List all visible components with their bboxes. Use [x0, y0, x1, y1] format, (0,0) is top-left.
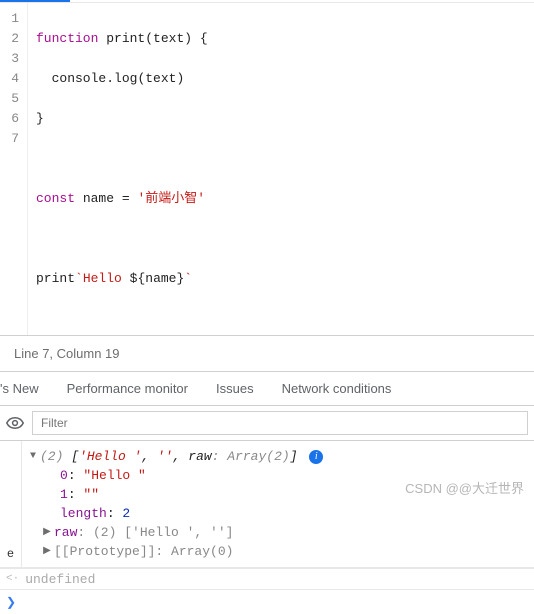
code-editor[interactable]: 1 2 3 4 5 6 7 function print(text) { con… [0, 2, 534, 335]
log-entry[interactable]: raw: (2) ['Hello ', ''] [54, 523, 233, 542]
line-gutter: 1 2 3 4 5 6 7 [0, 3, 28, 335]
token-fn: print [36, 271, 75, 286]
token-tick: ` [184, 271, 192, 286]
info-icon[interactable]: i [309, 450, 323, 464]
log-entry[interactable]: [[Prototype]]: Array(0) [54, 542, 233, 561]
console-toolbar [0, 406, 534, 441]
token-keyword: const [36, 191, 75, 206]
line-number: 4 [0, 69, 19, 89]
log-entry: 0: "Hello " [26, 466, 530, 485]
status-bar: Line 7, Column 19 [0, 335, 534, 371]
token-args: (text) [137, 71, 184, 86]
token-tick: ` [75, 271, 83, 286]
token-string: '前端小智' [137, 191, 205, 206]
chevron-right-icon: ❯ [6, 595, 16, 610]
token-eq: = [122, 191, 130, 206]
line-number: 1 [0, 9, 19, 29]
line-number: 6 [0, 109, 19, 129]
token-brace: } [36, 111, 44, 126]
line-number: 2 [0, 29, 19, 49]
side-label: e [7, 547, 14, 561]
token-keyword: function [36, 31, 98, 46]
tab-issues[interactable]: Issues [216, 381, 254, 396]
log-entry: length: 2 [26, 504, 530, 523]
devtools-tabs: 's New Performance monitor Issues Networ… [0, 371, 534, 406]
tab-network-conditions[interactable]: Network conditions [282, 381, 392, 396]
caret-collapsed-icon[interactable] [40, 542, 54, 561]
caret-expanded-icon[interactable] [26, 447, 40, 466]
log-entry: 1: "" [26, 485, 530, 504]
cursor-position: Line 7, Column 19 [14, 346, 120, 361]
log-summary[interactable]: (2) ['Hello ', '', raw: Array(2)] i [40, 447, 323, 466]
token-fn: print [98, 31, 145, 46]
tab-whats-new[interactable]: 's New [0, 381, 39, 396]
console-body: e (2) ['Hello ', '', raw: Array(2)] i 0:… [0, 441, 534, 568]
token-dot: . [106, 71, 114, 86]
token-method: log [114, 71, 137, 86]
return-value: undefined [25, 572, 95, 587]
token-args: (text) [145, 31, 192, 46]
token-var: name [145, 271, 176, 286]
return-arrow-icon: <· [6, 573, 19, 585]
line-number: 5 [0, 89, 19, 109]
filter-input[interactable] [32, 411, 528, 435]
token-name: name [75, 191, 122, 206]
tab-performance-monitor[interactable]: Performance monitor [67, 381, 188, 396]
console-return-row: <· undefined [0, 568, 534, 590]
token-string: Hello [83, 271, 130, 286]
code-area[interactable]: function print(text) { console.log(text)… [28, 3, 216, 335]
token-brace: { [192, 31, 208, 46]
console-prompt[interactable]: ❯ [0, 590, 534, 614]
token-obj: console [36, 71, 106, 86]
console-side-rail: e [0, 441, 22, 567]
caret-collapsed-icon[interactable] [40, 523, 54, 542]
line-number: 7 [0, 129, 19, 149]
console-output: (2) ['Hello ', '', raw: Array(2)] i 0: "… [22, 441, 534, 567]
eye-icon[interactable] [6, 416, 24, 430]
line-number: 3 [0, 49, 19, 69]
